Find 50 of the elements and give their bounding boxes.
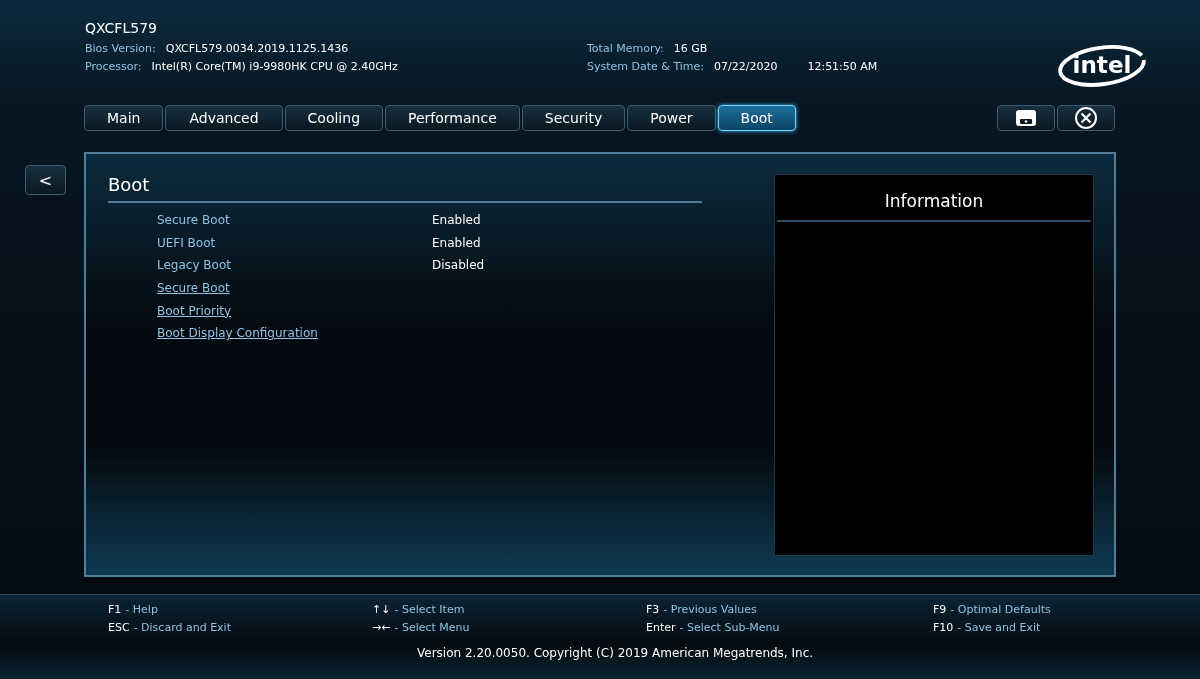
info-value: 16 GB (673, 41, 708, 57)
setting-value: Disabled (432, 258, 485, 273)
time-value: 12:51:50 AM (807, 59, 878, 75)
info-value: QXCFL579.0034.2019.1125.1436 (165, 41, 349, 57)
key-label: ↑↓ (372, 602, 391, 618)
key-label: F3 (646, 602, 660, 618)
info-label: Processor: (85, 59, 142, 75)
model-name: QXCFL579 (85, 20, 158, 36)
key-action: - Select Item (394, 602, 465, 618)
tab[interactable]: Power (627, 105, 716, 131)
tab[interactable]: Boot (717, 105, 796, 131)
key-action: - Optimal Defaults (950, 602, 1051, 618)
setting-value: Enabled (432, 213, 481, 228)
tab[interactable]: Cooling (284, 105, 384, 131)
tab[interactable]: Advanced (165, 105, 283, 131)
info-value: Intel(R) Core(TM) i9-9980HK CPU @ 2.40GHz (151, 59, 398, 75)
info-label: Bios Version: (85, 41, 156, 57)
key-label: F9 (933, 602, 947, 618)
key-label: →← (372, 620, 391, 636)
tab[interactable]: Security (521, 105, 626, 131)
back-button[interactable]: < (25, 165, 66, 195)
setting-label[interactable]: UEFI Boot (157, 235, 432, 250)
save-button[interactable] (997, 105, 1055, 131)
key-action: - Save and Exit (957, 620, 1041, 636)
info-label: System Date & Time: (587, 59, 704, 75)
key-action: - Discard and Exit (133, 620, 231, 636)
submenu-link[interactable]: Boot Display Configuration (157, 326, 318, 341)
information-title: Information (777, 191, 1091, 222)
info-label: Total Memory: (587, 41, 664, 57)
setting-label[interactable]: Legacy Boot (157, 258, 432, 273)
key-action: - Select Sub-Menu (679, 620, 780, 636)
key-label: Enter (646, 620, 676, 636)
close-button[interactable] (1057, 105, 1115, 131)
tab[interactable]: Main (84, 105, 164, 131)
key-action: - Help (125, 602, 158, 618)
key-label: F10 (933, 620, 954, 636)
copyright-text: Version 2.20.0050. Copyright (C) 2019 American Megatrends, Inc. (416, 646, 815, 660)
close-icon (1074, 106, 1098, 130)
tab[interactable]: Performance (385, 105, 520, 131)
save-icon (1014, 109, 1038, 127)
submenu-link[interactable]: Boot Priority (157, 303, 232, 318)
setting-value: Enabled (432, 235, 481, 250)
setting-label[interactable]: Secure Boot (157, 213, 432, 228)
key-label: F1 (108, 602, 122, 618)
key-action: - Select Menu (394, 620, 470, 636)
key-action: - Previous Values (663, 602, 757, 618)
date-value: 07/22/2020 (714, 59, 778, 75)
submenu-link[interactable]: Secure Boot (157, 281, 230, 296)
section-title: Boot (108, 174, 702, 203)
key-label: ESC (108, 620, 130, 636)
